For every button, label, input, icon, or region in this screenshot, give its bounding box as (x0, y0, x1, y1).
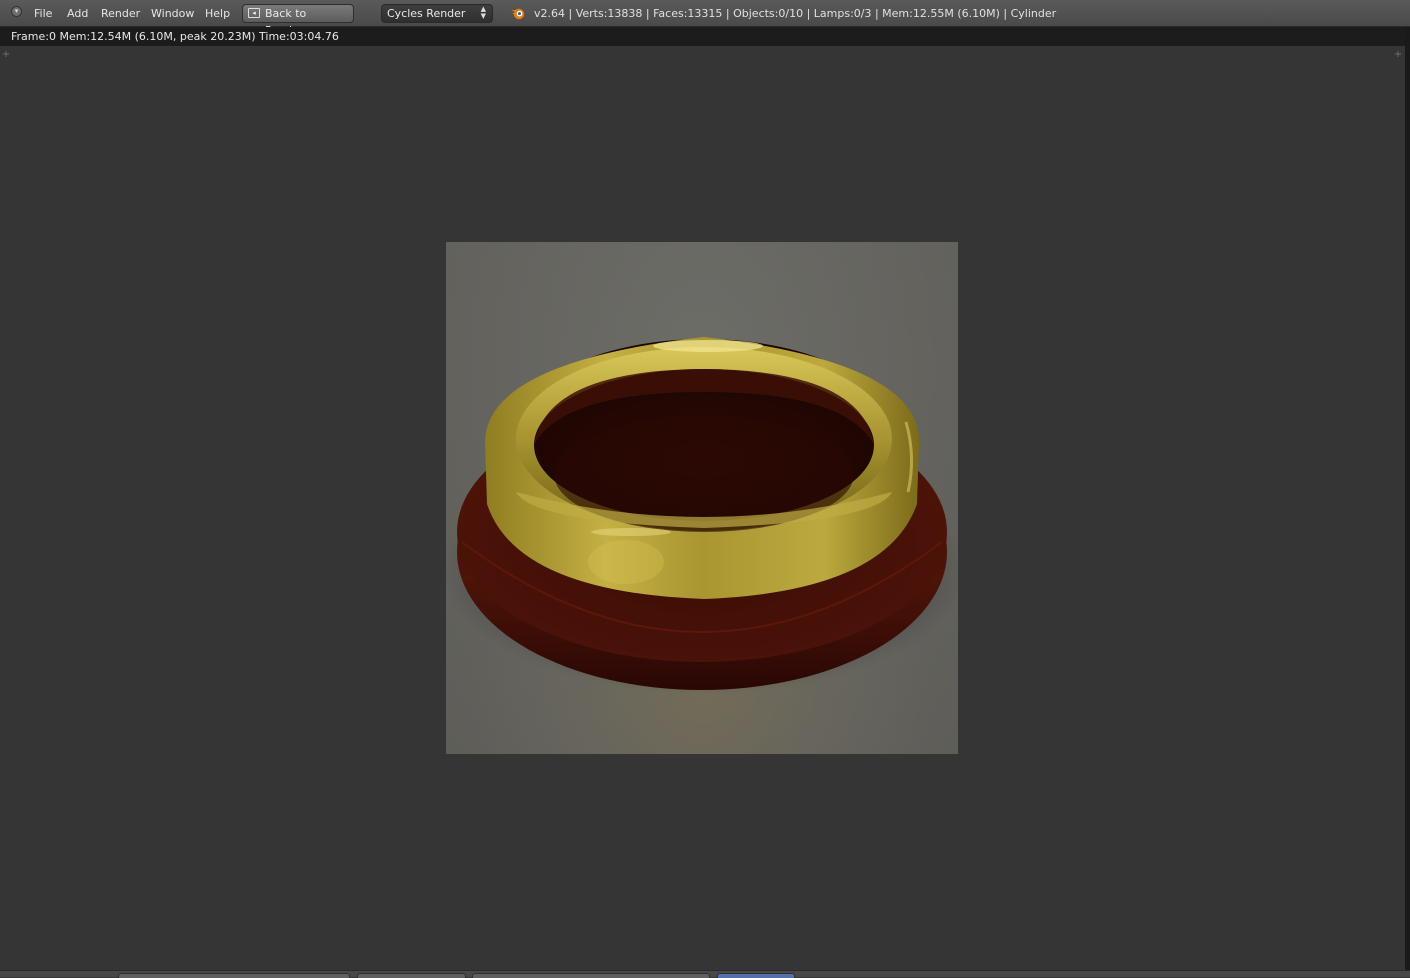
render-engine-select[interactable]: Cycles Render ▲ ▼ (381, 4, 493, 23)
menu-window[interactable]: Window (151, 7, 194, 20)
menu-file[interactable]: File (34, 7, 52, 20)
up-down-arrows-icon: ▲ ▼ (480, 5, 486, 20)
render-info-text: Frame:0 Mem:12.54M (6.10M, peak 20.23M) … (11, 30, 339, 43)
info-header: ▾ File Add Render Window Help ◂ Back to … (0, 0, 1410, 37)
bottom-header-toggle-group[interactable] (717, 973, 795, 978)
render-info-strip: Frame:0 Mem:12.54M (6.10M, peak 20.23M) … (0, 27, 1406, 46)
scene-stats: v2.64 | Verts:13838 | Faces:13315 | Obje… (534, 7, 1057, 20)
blender-logo-icon (511, 8, 525, 20)
region-expand-right-plus-icon[interactable]: + (1393, 50, 1403, 60)
area-border[interactable] (1405, 27, 1410, 972)
region-expand-left-plus-icon[interactable]: + (1, 50, 11, 60)
render-result-image (446, 242, 958, 754)
bottom-header-strip (0, 970, 1410, 978)
render-engine-value: Cycles Render (387, 7, 466, 20)
area-type-toggle-icon[interactable]: ▾ (11, 6, 22, 17)
menu-add[interactable]: Add (67, 7, 88, 20)
bottom-header-button-group[interactable] (118, 973, 350, 978)
menu-render[interactable]: Render (101, 7, 140, 20)
screen-back-icon: ◂ (248, 8, 260, 18)
bottom-header-button[interactable] (357, 973, 466, 978)
bottom-header-button-group[interactable] (472, 973, 710, 978)
rendered-ring-illustration (446, 242, 958, 754)
menu-help[interactable]: Help (205, 7, 230, 20)
back-to-previous-button[interactable]: ◂ Back to Previous (242, 4, 354, 37)
